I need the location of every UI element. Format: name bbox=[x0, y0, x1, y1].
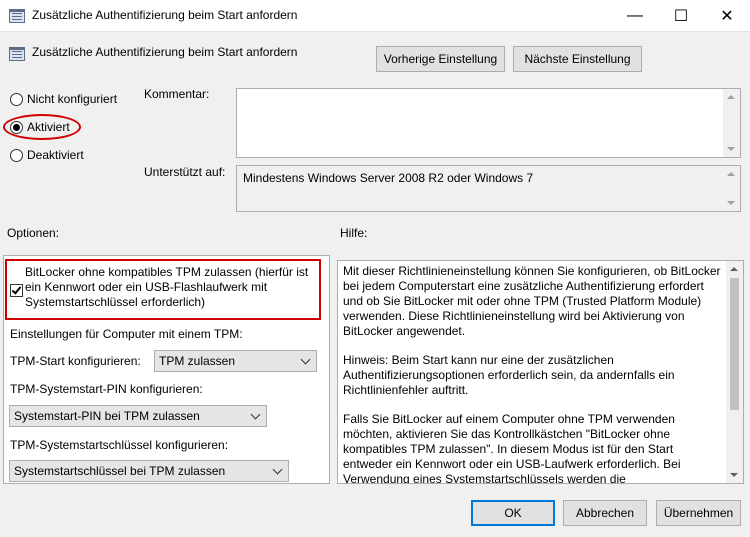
ok-button[interactable]: OK bbox=[471, 500, 555, 526]
supported-field: Mindestens Windows Server 2008 R2 oder W… bbox=[236, 165, 741, 212]
help-label: Hilfe: bbox=[340, 226, 368, 240]
window-title: Zusätzliche Authentifizierung beim Start… bbox=[32, 8, 298, 22]
setting-icon bbox=[9, 47, 25, 61]
bitlocker-label-line: BitLocker ohne kompatibles TPM zulassen … bbox=[25, 265, 309, 279]
help-paragraph: Hinweis: Beim Start kann nur eine der zu… bbox=[343, 353, 675, 397]
help-panel: Mit dieser Richtlinieneinstellung können… bbox=[337, 260, 744, 484]
options-label: Optionen: bbox=[7, 226, 60, 240]
minimize-icon: — bbox=[627, 6, 643, 24]
previous-setting-button[interactable]: Vorherige Einstellung bbox=[376, 46, 505, 72]
tpm-start-select[interactable]: TPM zulassen bbox=[154, 350, 317, 372]
scroll-up-icon[interactable] bbox=[727, 95, 735, 99]
checkmark-icon bbox=[11, 284, 22, 295]
scroll-down-icon[interactable] bbox=[730, 473, 738, 477]
options-panel: BitLocker ohne kompatibles TPM zulassen … bbox=[3, 255, 330, 484]
radio-disabled[interactable]: Deaktiviert bbox=[10, 148, 100, 164]
radio-enabled[interactable]: Aktiviert bbox=[10, 120, 80, 136]
scroll-thumb[interactable] bbox=[730, 278, 739, 410]
radio-disabled-label: Deaktiviert bbox=[27, 148, 84, 162]
policy-icon bbox=[9, 9, 25, 23]
tpm-key-value: Systemstartschlüssel bei TPM zulassen bbox=[14, 464, 226, 478]
tpm-section-label: Einstellungen für Computer mit einem TPM… bbox=[10, 327, 243, 341]
tpm-key-select[interactable]: Systemstartschlüssel bei TPM zulassen bbox=[9, 460, 289, 482]
tpm-key-label: TPM-Systemstartschlüssel konfigurieren: bbox=[10, 438, 229, 452]
comment-label: Kommentar: bbox=[144, 87, 210, 101]
bitlocker-without-tpm-label: BitLocker ohne kompatibles TPM zulassen … bbox=[25, 265, 308, 310]
scroll-up-icon[interactable] bbox=[730, 267, 738, 271]
supported-label: Unterstützt auf: bbox=[144, 165, 226, 179]
supported-scrollbar[interactable] bbox=[723, 166, 740, 211]
help-scrollbar[interactable] bbox=[726, 261, 743, 483]
radio-enabled-circle[interactable] bbox=[10, 121, 23, 134]
scroll-up-icon[interactable] bbox=[727, 172, 735, 176]
bitlocker-without-tpm-checkbox[interactable] bbox=[10, 284, 23, 297]
supported-value: Mindestens Windows Server 2008 R2 oder W… bbox=[243, 171, 534, 185]
radio-enabled-label: Aktiviert bbox=[27, 120, 70, 134]
tpm-pin-select[interactable]: Systemstart-PIN bei TPM zulassen bbox=[9, 405, 267, 427]
cancel-button[interactable]: Abbrechen bbox=[563, 500, 647, 526]
apply-button[interactable]: Übernehmen bbox=[656, 500, 741, 526]
scroll-down-icon[interactable] bbox=[727, 147, 735, 151]
minimize-button[interactable]: — bbox=[612, 0, 658, 31]
tpm-start-label: TPM-Start konfigurieren: bbox=[10, 354, 141, 368]
bitlocker-label-line: ein Kennwort oder ein USB-Flashlaufwerk … bbox=[25, 280, 268, 294]
next-setting-button[interactable]: Nächste Einstellung bbox=[513, 46, 642, 72]
radio-not-configured[interactable]: Nicht konfiguriert bbox=[10, 92, 130, 108]
radio-not-configured-label: Nicht konfiguriert bbox=[27, 92, 118, 106]
comment-scrollbar[interactable] bbox=[723, 89, 740, 157]
help-text: Mit dieser Richtlinieneinstellung können… bbox=[343, 264, 724, 484]
comment-textarea[interactable] bbox=[236, 88, 741, 158]
radio-not-configured-circle[interactable] bbox=[10, 93, 23, 106]
maximize-button[interactable]: ☐ bbox=[658, 0, 704, 31]
tpm-start-value: TPM zulassen bbox=[159, 354, 236, 368]
maximize-icon: ☐ bbox=[673, 7, 689, 25]
close-icon: ✕ bbox=[720, 7, 734, 25]
chevron-down-icon bbox=[272, 464, 283, 475]
close-button[interactable]: ✕ bbox=[704, 0, 750, 31]
tpm-pin-label: TPM-Systemstart-PIN konfigurieren: bbox=[10, 382, 203, 396]
scroll-down-icon[interactable] bbox=[727, 201, 735, 205]
chevron-down-icon bbox=[300, 354, 311, 365]
policy-title: Zusätzliche Authentifizierung beim Start… bbox=[32, 45, 298, 59]
bitlocker-label-line: Systemstartschlüssel erforderlich) bbox=[25, 295, 206, 309]
title-bar: Zusätzliche Authentifizierung beim Start… bbox=[0, 0, 750, 32]
tpm-pin-value: Systemstart-PIN bei TPM zulassen bbox=[14, 409, 200, 423]
help-paragraph: Mit dieser Richtlinieneinstellung können… bbox=[343, 264, 721, 338]
help-paragraph: Falls Sie BitLocker auf einem Computer o… bbox=[343, 412, 681, 484]
radio-disabled-circle[interactable] bbox=[10, 149, 23, 162]
chevron-down-icon bbox=[250, 409, 261, 420]
